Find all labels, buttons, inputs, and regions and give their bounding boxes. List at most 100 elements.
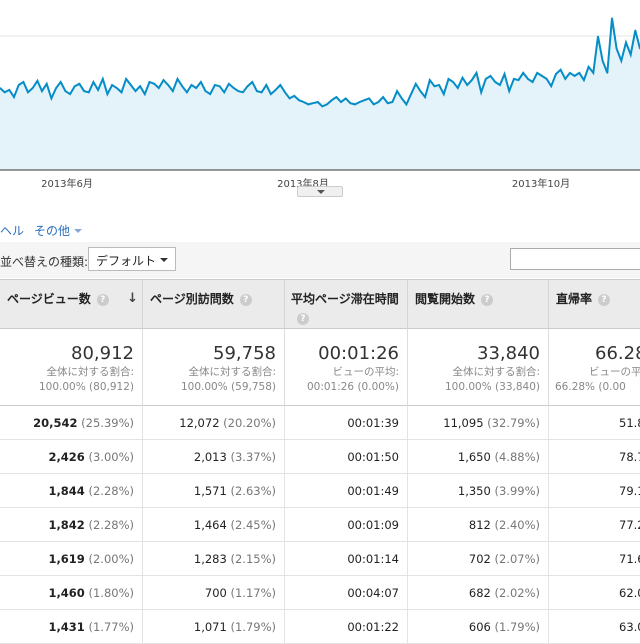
header-avg-time[interactable]: 平均ページ滞在時間 ? — [285, 280, 408, 330]
header-pageviews[interactable]: ページビュー数? ↓ — [0, 280, 143, 330]
chart-point — [78, 83, 81, 85]
cell-percent: (3.99%) — [494, 484, 540, 498]
cell-bounce-rate: 77.2 — [549, 508, 640, 542]
table-row[interactable]: 1,431 (1.77%) 1,071 (1.79%) 00:01:22 606… — [0, 610, 640, 644]
total-value: 66.28 — [595, 343, 640, 364]
cell-percent: (2.15%) — [230, 552, 276, 566]
total-caption: ビューの平均: — [332, 366, 399, 378]
table-row[interactable]: 2,426 (3.00%) 2,013 (3.37%) 00:01:50 1,6… — [0, 440, 640, 474]
cell-value: 00:01:50 — [347, 450, 399, 464]
cell-percent: (1.77%) — [88, 620, 134, 634]
table-row[interactable]: 1,619 (2.00%) 1,283 (2.15%) 00:01:14 702… — [0, 542, 640, 576]
cell-value: 1,842 — [48, 518, 85, 532]
cell-percent: (3.00%) — [88, 450, 134, 464]
cell-value: 1,460 — [48, 586, 85, 600]
total-avg-time: 00:01:26 ビューの平均: 00:01:26 (0.00%) — [285, 329, 408, 406]
cell-value: 00:04:07 — [347, 586, 399, 600]
chart-point — [382, 96, 384, 98]
cell-value: 00:01:09 — [347, 518, 399, 532]
chart-point — [513, 78, 515, 80]
cell-entrances: 606 (1.79%) — [408, 610, 549, 644]
pageview-trend-chart — [0, 17, 640, 171]
chart-point — [223, 91, 225, 94]
header-unique-pageviews[interactable]: ページ別訪問数? — [143, 280, 285, 330]
help-icon[interactable]: ? — [481, 294, 494, 306]
help-icon[interactable]: ? — [598, 294, 611, 306]
chart-point — [102, 78, 104, 80]
cell-percent: (4.88%) — [494, 450, 540, 464]
chart-point — [265, 84, 268, 86]
header-bounce-rate[interactable]: 直帰率? — [549, 280, 640, 330]
table-row[interactable]: 1,842 (2.28%) 1,464 (2.45%) 00:01:09 812… — [0, 508, 640, 542]
chart-point — [153, 83, 155, 85]
chart-point — [260, 91, 263, 94]
cell-entrances: 812 (2.40%) — [408, 508, 549, 542]
help-icon[interactable]: ? — [297, 313, 309, 325]
chart-point — [288, 97, 291, 100]
chart-point — [415, 83, 417, 85]
cell-avg-time: 00:04:07 — [285, 576, 408, 610]
chart-point — [410, 93, 412, 95]
chart-point — [237, 90, 239, 92]
chart-point — [116, 87, 118, 89]
chart-point — [354, 103, 356, 106]
chart-point — [148, 81, 151, 83]
chart-point — [307, 103, 310, 106]
nav-link-other[interactable]: その他 — [34, 222, 83, 239]
chart-point — [218, 85, 221, 87]
cell-unique-pageviews: 2,013 (3.37%) — [143, 440, 285, 474]
table-row[interactable]: 20,542 (25.39%) 12,072 (20.20%) 00:01:39… — [0, 406, 640, 440]
sort-desc-icon[interactable]: ↓ — [127, 291, 138, 306]
chart-point — [550, 85, 552, 87]
cell-value: 78.7 — [619, 450, 640, 464]
cell-percent: (2.40%) — [494, 518, 540, 532]
chart-point — [559, 69, 562, 71]
cell-value: 1,071 — [193, 620, 227, 634]
cell-pageviews: 20,542 (25.39%) — [0, 406, 143, 440]
chart-point — [158, 87, 160, 89]
chart-point — [97, 89, 99, 91]
cell-percent: (2.28%) — [88, 484, 134, 498]
chart-point — [125, 78, 127, 80]
chart-point — [176, 78, 179, 80]
chart-point — [429, 79, 431, 81]
chart-point — [578, 72, 581, 74]
chart-point — [587, 66, 590, 68]
cell-percent: (2.00%) — [88, 552, 134, 566]
nav-link-help[interactable]: ヘル — [0, 222, 24, 239]
cell-value: 00:01:49 — [347, 484, 399, 498]
cell-avg-time: 00:01:49 — [285, 474, 408, 508]
chart-point — [45, 83, 48, 85]
cell-entrances: 1,650 (4.88%) — [408, 440, 549, 474]
chart-point — [349, 102, 352, 104]
cell-value: 1,431 — [48, 620, 85, 634]
cell-entrances: 1,350 (3.99%) — [408, 474, 549, 508]
chart-point — [611, 17, 613, 20]
chart-point — [50, 97, 53, 100]
cell-value: 700 — [204, 586, 227, 600]
chart-resize-handle[interactable] — [297, 186, 343, 197]
chart-point — [167, 84, 169, 86]
cell-value: 00:01:39 — [347, 416, 399, 430]
table-row[interactable]: 1,460 (1.80%) 700 (1.17%) 00:04:07 682 (… — [0, 576, 640, 610]
chart-point — [569, 72, 571, 74]
sort-type-label: 並べ替えの種類: — [0, 255, 89, 269]
total-caption: 全体に対する割合: — [188, 366, 276, 378]
sort-type-dropdown[interactable]: デフォルト — [88, 247, 176, 271]
cell-pageviews: 2,426 (3.00%) — [0, 440, 143, 474]
chart-point — [321, 105, 324, 108]
chart-point — [386, 102, 389, 104]
help-icon[interactable]: ? — [239, 294, 252, 306]
cell-value: 1,844 — [48, 484, 85, 498]
chart-point — [232, 87, 235, 89]
cell-value: 812 — [468, 518, 491, 532]
chart-point — [541, 75, 543, 77]
nav-other-label: その他 — [34, 224, 71, 238]
table-search-input[interactable] — [510, 248, 640, 270]
chart-point — [629, 53, 632, 56]
table-row[interactable]: 1,844 (2.28%) 1,571 (2.63%) 00:01:49 1,3… — [0, 474, 640, 508]
help-icon[interactable]: ? — [96, 294, 109, 306]
cell-percent: (1.17%) — [230, 586, 276, 600]
total-unique-pageviews: 59,758 全体に対する割合: 100.00% (59,758) — [143, 329, 285, 406]
header-entrances[interactable]: 閲覧開始数? — [408, 280, 549, 330]
